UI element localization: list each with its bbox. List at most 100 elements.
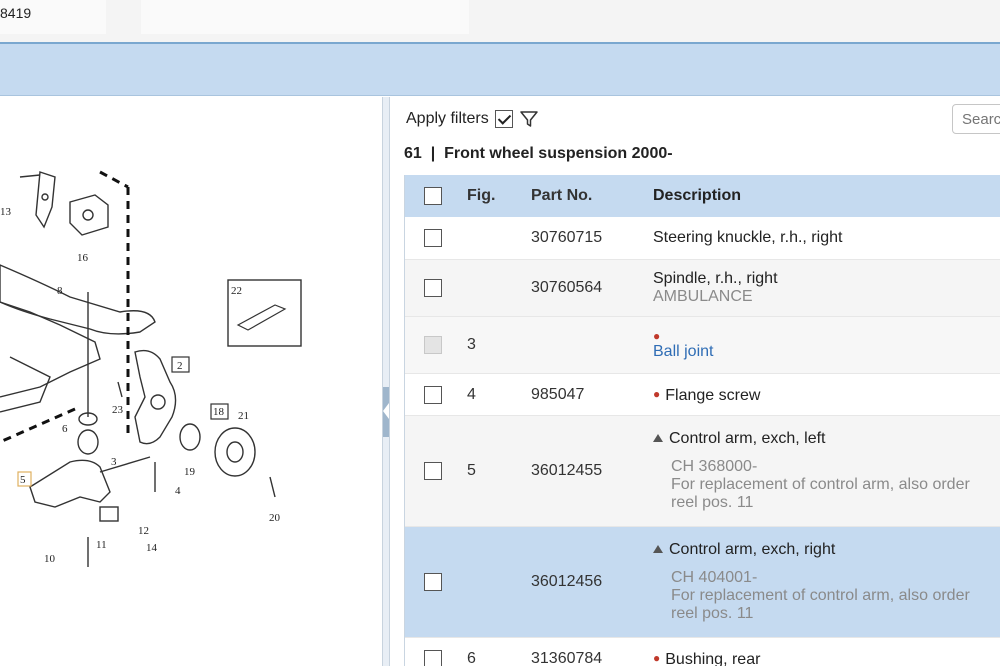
bullet-icon: ● [653, 329, 661, 343]
exploded-view-svg: 13 16 8 22 2 23 18 21 6 3 19 5 4 20 11 1… [0, 170, 302, 567]
collapse-triangle-icon[interactable] [653, 545, 663, 553]
bolt-23 [117, 381, 123, 398]
callout-8[interactable]: 8 [57, 285, 63, 297]
filter-funnel-icon[interactable] [519, 109, 539, 129]
table-row[interactable]: 30760715 Steering knuckle, r.h., right [405, 217, 1000, 260]
callout-2[interactable]: 2 [177, 360, 183, 372]
parts-list-pane: Apply filters 61 | Front wheel suspensio… [390, 97, 1000, 666]
row-checkbox[interactable] [424, 573, 442, 591]
group-title: Front wheel suspension 2000- [444, 145, 673, 162]
row-description: Steering knuckle, r.h., right [653, 229, 843, 246]
row-checkbox[interactable] [424, 462, 442, 480]
table-row-selected[interactable]: 36012456 Control arm, exch, right CH 404… [405, 527, 1000, 638]
row-part-no: 31360784 [531, 649, 603, 666]
model-field[interactable] [141, 0, 469, 34]
row-checkbox[interactable] [424, 229, 442, 247]
row-part-no: 30760564 [531, 279, 603, 296]
row-checkbox[interactable] [424, 385, 442, 404]
callout-21[interactable]: 21 [238, 410, 249, 422]
guide-line-top [99, 170, 129, 189]
callout-16[interactable]: 16 [77, 252, 89, 264]
vin-text: 8419 [0, 5, 32, 21]
row-note: reel pos. 11 [671, 605, 754, 622]
callout-22[interactable]: 22 [231, 285, 242, 297]
bushing-part [99, 506, 119, 522]
callout-12[interactable]: 12 [138, 525, 149, 537]
callout-3[interactable]: 3 [111, 456, 117, 468]
row-checkbox[interactable] [424, 649, 442, 666]
table-row[interactable]: 6 31360784 ● Bushing, rear [405, 638, 1000, 666]
group-heading: 61 | Front wheel suspension 2000- [404, 145, 673, 163]
row-part-no: 36012455 [531, 462, 603, 479]
apply-filters[interactable]: Apply filters [406, 109, 539, 129]
row-fig: 5 [467, 462, 476, 479]
table-row[interactable]: 3 ● Ball joint [405, 317, 1000, 374]
row-description: ● Ball joint [653, 329, 1000, 361]
subframe-part [0, 264, 156, 335]
knuckle-part [134, 349, 177, 445]
table-row[interactable]: 30760564 Spindle, r.h., right AMBULANCE [405, 260, 1000, 317]
callout-6[interactable]: 6 [62, 423, 68, 435]
bearing-part [179, 423, 201, 451]
col-fig[interactable]: Fig. [461, 187, 527, 205]
callout-4[interactable]: 4 [175, 485, 181, 497]
row-description: Control arm, exch, left CH 368000- For r… [653, 430, 1000, 512]
strut-bushing-lower [77, 429, 99, 455]
callout-5[interactable]: 5 [20, 474, 26, 486]
subframe-edge [0, 301, 101, 398]
table-row[interactable]: 5 36012455 Control arm, exch, left CH 36… [405, 416, 1000, 527]
mount-block [69, 194, 109, 236]
row-note: CH 404001- [671, 569, 758, 586]
callout-19[interactable]: 19 [184, 466, 196, 478]
callout-18[interactable]: 18 [213, 406, 225, 418]
callout-11[interactable]: 11 [96, 539, 107, 551]
row-fig: 6 [467, 649, 476, 666]
callout-20[interactable]: 20 [269, 512, 281, 524]
search-input[interactable] [952, 104, 1000, 134]
row-fig: 3 [467, 336, 476, 353]
group-number: 61 [404, 145, 422, 162]
row-description: Control arm, exch, right CH 404001- For … [653, 541, 1000, 623]
bullet-icon: ● [653, 386, 661, 401]
callout-14[interactable]: 14 [146, 542, 158, 554]
pane-splitter[interactable] [382, 97, 390, 666]
collapse-arrow-icon[interactable] [383, 403, 389, 419]
row-part-no: 36012456 [531, 573, 603, 590]
group-separator: | [430, 145, 436, 162]
callout-10[interactable]: 10 [44, 553, 56, 565]
control-arm [29, 459, 111, 508]
row-description-text: Control arm, exch, right [669, 541, 836, 558]
select-all-checkbox[interactable] [424, 187, 442, 205]
apply-filters-checkbox[interactable] [494, 110, 513, 128]
hub-part [214, 427, 256, 477]
row-note: AMBULANCE [653, 288, 753, 305]
toolbar-band [0, 44, 1000, 96]
parts-table: Fig. Part No. Description 30760715 Steer… [404, 175, 1000, 666]
row-part-no: 985047 [531, 385, 585, 403]
callout-13[interactable]: 13 [0, 206, 12, 218]
table-header: Fig. Part No. Description [405, 175, 1000, 217]
arm-link [99, 456, 151, 473]
row-description: ● Flange screw [653, 385, 1000, 405]
table-row[interactable]: 4 985047 ● Flange screw [405, 374, 1000, 416]
row-note: For replacement of control arm, also ord… [671, 587, 970, 604]
apply-filters-label: Apply filters [406, 110, 489, 127]
row-description-text: Flange screw [665, 386, 761, 404]
mount-hole [82, 209, 94, 221]
row-checkbox-disabled [424, 336, 442, 354]
col-description[interactable]: Description [653, 187, 1000, 205]
subframe-rear [0, 356, 51, 413]
ball-joint-link[interactable]: Ball joint [653, 343, 1000, 361]
hub-center [226, 441, 244, 463]
row-description-text: Control arm, exch, left [669, 430, 826, 447]
parts-diagram[interactable]: 13 16 8 22 2 23 18 21 6 3 19 5 4 20 11 1… [0, 97, 382, 666]
col-part-no[interactable]: Part No. [527, 187, 653, 205]
collapse-triangle-icon[interactable] [653, 434, 663, 442]
row-description: Spindle, r.h., right AMBULANCE [653, 270, 1000, 306]
row-note: CH 368000- [671, 458, 758, 475]
row-checkbox[interactable] [424, 279, 442, 297]
bullet-icon: ● [653, 650, 661, 665]
callout-23[interactable]: 23 [112, 404, 124, 416]
row-description: ● Bushing, rear [653, 649, 1000, 666]
row-description-text: Spindle, r.h., right [653, 270, 778, 287]
